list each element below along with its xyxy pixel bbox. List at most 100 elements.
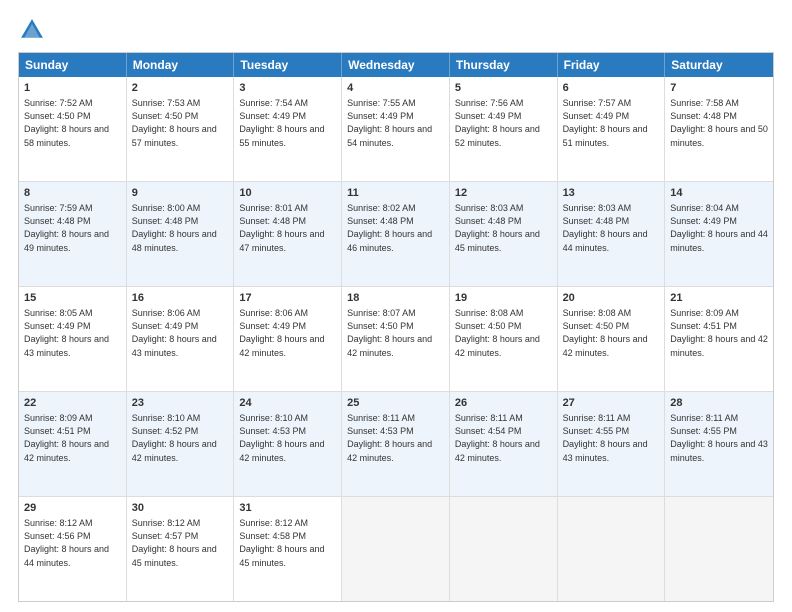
sun-info: Sunrise: 8:09 AMSunset: 4:51 PMDaylight:… — [24, 412, 121, 464]
calendar-cell: 6Sunrise: 7:57 AMSunset: 4:49 PMDaylight… — [558, 77, 666, 181]
sun-info: Sunrise: 7:56 AMSunset: 4:49 PMDaylight:… — [455, 97, 552, 149]
calendar-body: 1Sunrise: 7:52 AMSunset: 4:50 PMDaylight… — [19, 77, 773, 601]
sun-info: Sunrise: 7:54 AMSunset: 4:49 PMDaylight:… — [239, 97, 336, 149]
sun-info: Sunrise: 8:12 AMSunset: 4:56 PMDaylight:… — [24, 517, 121, 569]
weekday-header: Thursday — [450, 53, 558, 77]
sun-info: Sunrise: 8:06 AMSunset: 4:49 PMDaylight:… — [239, 307, 336, 359]
calendar-cell: 11Sunrise: 8:02 AMSunset: 4:48 PMDayligh… — [342, 182, 450, 286]
calendar-cell: 4Sunrise: 7:55 AMSunset: 4:49 PMDaylight… — [342, 77, 450, 181]
sun-info: Sunrise: 7:53 AMSunset: 4:50 PMDaylight:… — [132, 97, 229, 149]
sun-info: Sunrise: 8:07 AMSunset: 4:50 PMDaylight:… — [347, 307, 444, 359]
calendar-row: 8Sunrise: 7:59 AMSunset: 4:48 PMDaylight… — [19, 181, 773, 286]
day-number: 6 — [563, 81, 660, 96]
weekday-header: Sunday — [19, 53, 127, 77]
calendar-cell: 5Sunrise: 7:56 AMSunset: 4:49 PMDaylight… — [450, 77, 558, 181]
calendar-cell: 13Sunrise: 8:03 AMSunset: 4:48 PMDayligh… — [558, 182, 666, 286]
day-number: 30 — [132, 501, 229, 516]
calendar-cell: 1Sunrise: 7:52 AMSunset: 4:50 PMDaylight… — [19, 77, 127, 181]
day-number: 17 — [239, 291, 336, 306]
calendar-row: 22Sunrise: 8:09 AMSunset: 4:51 PMDayligh… — [19, 391, 773, 496]
day-number: 20 — [563, 291, 660, 306]
day-number: 11 — [347, 186, 444, 201]
sun-info: Sunrise: 8:11 AMSunset: 4:54 PMDaylight:… — [455, 412, 552, 464]
day-number: 10 — [239, 186, 336, 201]
calendar-cell — [342, 497, 450, 601]
day-number: 26 — [455, 396, 552, 411]
sun-info: Sunrise: 8:08 AMSunset: 4:50 PMDaylight:… — [563, 307, 660, 359]
weekday-header: Tuesday — [234, 53, 342, 77]
day-number: 25 — [347, 396, 444, 411]
weekday-header: Wednesday — [342, 53, 450, 77]
header — [18, 16, 774, 44]
sun-info: Sunrise: 8:09 AMSunset: 4:51 PMDaylight:… — [670, 307, 768, 359]
calendar-cell: 30Sunrise: 8:12 AMSunset: 4:57 PMDayligh… — [127, 497, 235, 601]
day-number: 9 — [132, 186, 229, 201]
calendar-cell: 20Sunrise: 8:08 AMSunset: 4:50 PMDayligh… — [558, 287, 666, 391]
sun-info: Sunrise: 7:59 AMSunset: 4:48 PMDaylight:… — [24, 202, 121, 254]
calendar-cell: 23Sunrise: 8:10 AMSunset: 4:52 PMDayligh… — [127, 392, 235, 496]
calendar-cell — [665, 497, 773, 601]
sun-info: Sunrise: 8:11 AMSunset: 4:55 PMDaylight:… — [670, 412, 768, 464]
calendar-cell: 17Sunrise: 8:06 AMSunset: 4:49 PMDayligh… — [234, 287, 342, 391]
calendar-cell: 8Sunrise: 7:59 AMSunset: 4:48 PMDaylight… — [19, 182, 127, 286]
calendar-cell: 26Sunrise: 8:11 AMSunset: 4:54 PMDayligh… — [450, 392, 558, 496]
sun-info: Sunrise: 8:11 AMSunset: 4:53 PMDaylight:… — [347, 412, 444, 464]
day-number: 12 — [455, 186, 552, 201]
day-number: 4 — [347, 81, 444, 96]
sun-info: Sunrise: 8:11 AMSunset: 4:55 PMDaylight:… — [563, 412, 660, 464]
day-number: 15 — [24, 291, 121, 306]
calendar-cell: 18Sunrise: 8:07 AMSunset: 4:50 PMDayligh… — [342, 287, 450, 391]
calendar-header: SundayMondayTuesdayWednesdayThursdayFrid… — [19, 53, 773, 77]
day-number: 1 — [24, 81, 121, 96]
calendar-cell: 3Sunrise: 7:54 AMSunset: 4:49 PMDaylight… — [234, 77, 342, 181]
logo-icon — [18, 16, 46, 44]
sun-info: Sunrise: 8:10 AMSunset: 4:53 PMDaylight:… — [239, 412, 336, 464]
day-number: 3 — [239, 81, 336, 96]
sun-info: Sunrise: 7:55 AMSunset: 4:49 PMDaylight:… — [347, 97, 444, 149]
calendar-cell: 10Sunrise: 8:01 AMSunset: 4:48 PMDayligh… — [234, 182, 342, 286]
weekday-header: Friday — [558, 53, 666, 77]
day-number: 2 — [132, 81, 229, 96]
sun-info: Sunrise: 8:00 AMSunset: 4:48 PMDaylight:… — [132, 202, 229, 254]
day-number: 24 — [239, 396, 336, 411]
sun-info: Sunrise: 8:06 AMSunset: 4:49 PMDaylight:… — [132, 307, 229, 359]
calendar-cell: 24Sunrise: 8:10 AMSunset: 4:53 PMDayligh… — [234, 392, 342, 496]
day-number: 19 — [455, 291, 552, 306]
day-number: 14 — [670, 186, 768, 201]
calendar-cell: 28Sunrise: 8:11 AMSunset: 4:55 PMDayligh… — [665, 392, 773, 496]
calendar-row: 1Sunrise: 7:52 AMSunset: 4:50 PMDaylight… — [19, 77, 773, 181]
sun-info: Sunrise: 8:02 AMSunset: 4:48 PMDaylight:… — [347, 202, 444, 254]
sun-info: Sunrise: 8:05 AMSunset: 4:49 PMDaylight:… — [24, 307, 121, 359]
page: SundayMondayTuesdayWednesdayThursdayFrid… — [0, 0, 792, 612]
sun-info: Sunrise: 8:12 AMSunset: 4:57 PMDaylight:… — [132, 517, 229, 569]
day-number: 7 — [670, 81, 768, 96]
calendar-cell: 7Sunrise: 7:58 AMSunset: 4:48 PMDaylight… — [665, 77, 773, 181]
calendar-cell: 14Sunrise: 8:04 AMSunset: 4:49 PMDayligh… — [665, 182, 773, 286]
day-number: 5 — [455, 81, 552, 96]
sun-info: Sunrise: 8:03 AMSunset: 4:48 PMDaylight:… — [563, 202, 660, 254]
calendar-cell: 31Sunrise: 8:12 AMSunset: 4:58 PMDayligh… — [234, 497, 342, 601]
calendar-row: 29Sunrise: 8:12 AMSunset: 4:56 PMDayligh… — [19, 496, 773, 601]
sun-info: Sunrise: 8:03 AMSunset: 4:48 PMDaylight:… — [455, 202, 552, 254]
calendar-cell: 12Sunrise: 8:03 AMSunset: 4:48 PMDayligh… — [450, 182, 558, 286]
day-number: 22 — [24, 396, 121, 411]
day-number: 13 — [563, 186, 660, 201]
sun-info: Sunrise: 8:04 AMSunset: 4:49 PMDaylight:… — [670, 202, 768, 254]
sun-info: Sunrise: 7:58 AMSunset: 4:48 PMDaylight:… — [670, 97, 768, 149]
day-number: 21 — [670, 291, 768, 306]
calendar-cell: 27Sunrise: 8:11 AMSunset: 4:55 PMDayligh… — [558, 392, 666, 496]
calendar-cell: 16Sunrise: 8:06 AMSunset: 4:49 PMDayligh… — [127, 287, 235, 391]
sun-info: Sunrise: 8:10 AMSunset: 4:52 PMDaylight:… — [132, 412, 229, 464]
day-number: 28 — [670, 396, 768, 411]
weekday-header: Saturday — [665, 53, 773, 77]
logo — [18, 16, 50, 44]
calendar-cell: 2Sunrise: 7:53 AMSunset: 4:50 PMDaylight… — [127, 77, 235, 181]
day-number: 23 — [132, 396, 229, 411]
day-number: 31 — [239, 501, 336, 516]
calendar-row: 15Sunrise: 8:05 AMSunset: 4:49 PMDayligh… — [19, 286, 773, 391]
sun-info: Sunrise: 7:52 AMSunset: 4:50 PMDaylight:… — [24, 97, 121, 149]
calendar-cell: 25Sunrise: 8:11 AMSunset: 4:53 PMDayligh… — [342, 392, 450, 496]
sun-info: Sunrise: 8:08 AMSunset: 4:50 PMDaylight:… — [455, 307, 552, 359]
sun-info: Sunrise: 7:57 AMSunset: 4:49 PMDaylight:… — [563, 97, 660, 149]
day-number: 18 — [347, 291, 444, 306]
